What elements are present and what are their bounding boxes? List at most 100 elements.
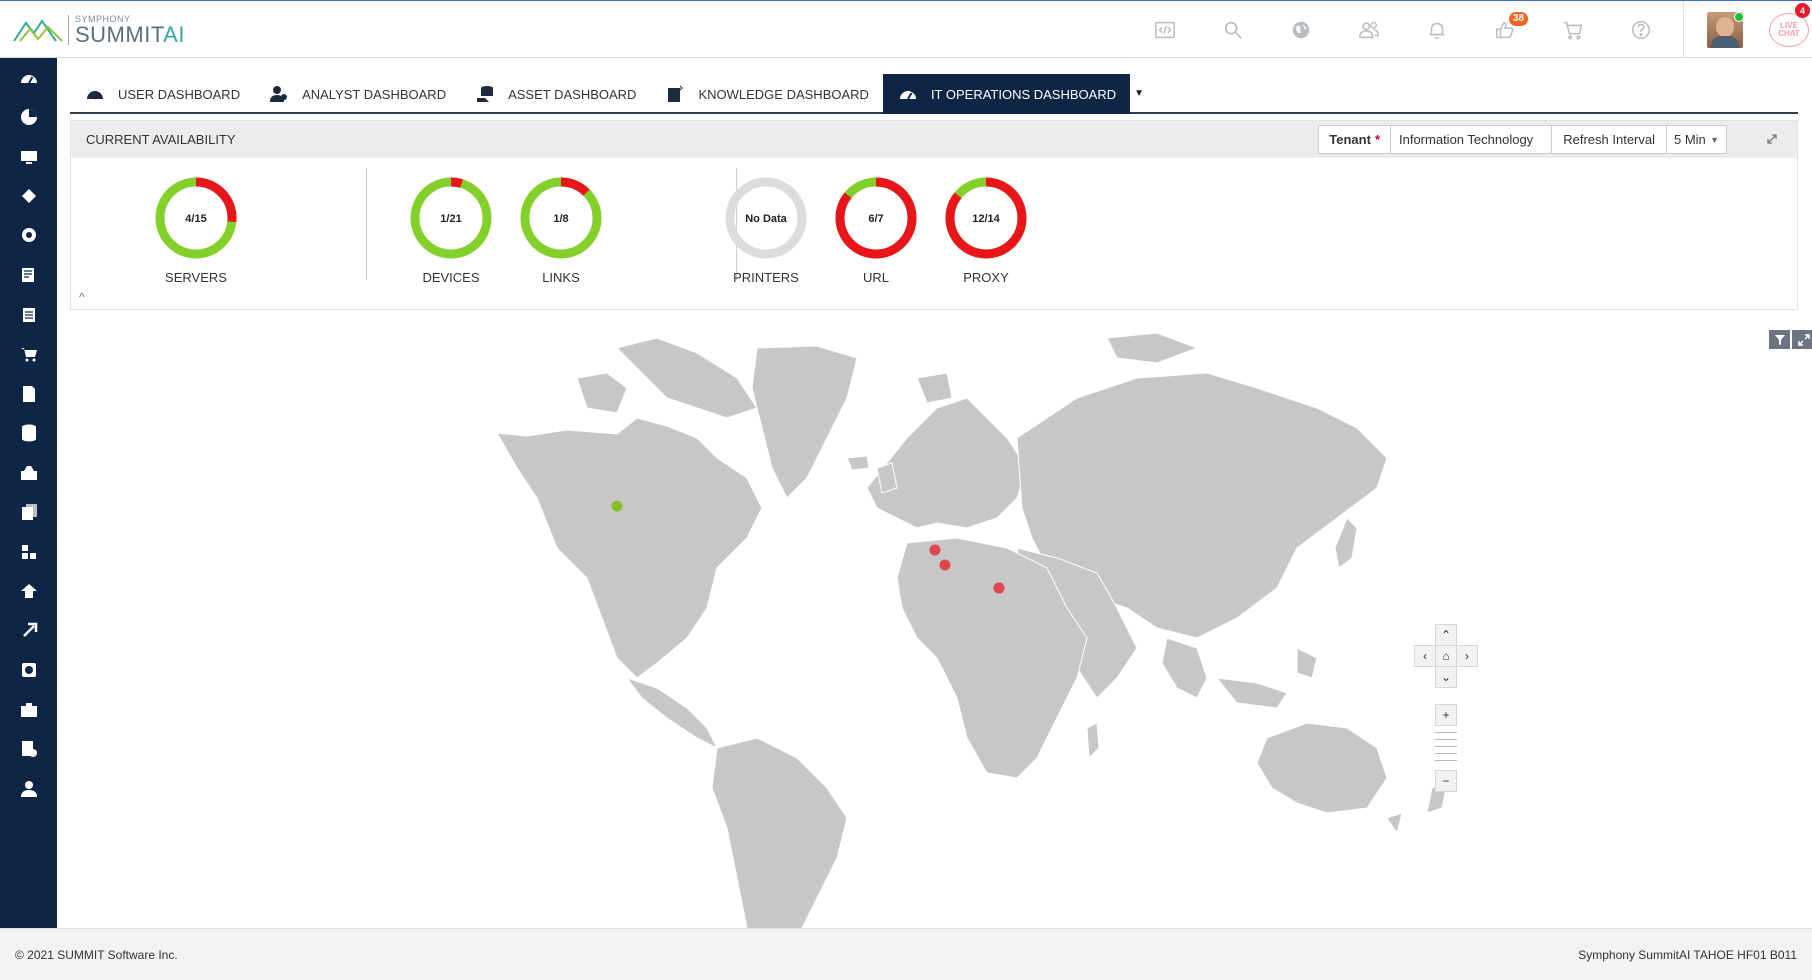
sidebar-item-dashboard[interactable] [0, 58, 57, 98]
tenant-dropdown-value: Information Technology [1399, 132, 1534, 147]
users-icon[interactable] [1335, 1, 1403, 58]
logo-name-part2: AI [163, 21, 185, 47]
home-icon[interactable]: ⌂ [1435, 645, 1457, 667]
knowledge-icon [664, 84, 686, 104]
code-icon[interactable] [1131, 1, 1199, 58]
zoom-out-button[interactable]: − [1435, 770, 1457, 792]
sidebar-item-inbox[interactable] [0, 453, 57, 493]
tab-label: ASSET DASHBOARD [508, 86, 637, 102]
pie-chart-icon [20, 109, 37, 126]
world-map[interactable] [57, 318, 1812, 928]
gauge-servers[interactable]: 4/15 SERVERS [141, 168, 251, 285]
thumbs-up-icon[interactable]: 38 [1471, 1, 1539, 58]
donut-gauge: 6/7 [835, 177, 917, 259]
pan-right-button[interactable]: › [1456, 645, 1478, 667]
tab-it-operations-dashboard[interactable]: IT OPERATIONS DASHBOARD [882, 74, 1131, 114]
bell-icon[interactable] [1403, 1, 1471, 58]
gauge-url[interactable]: 6/7 URL [821, 168, 931, 285]
brand-logo[interactable]: SYMPHONY SUMMITAI [12, 13, 185, 47]
donut-gauge: 1/21 [410, 177, 492, 259]
sidebar-item-release[interactable] [0, 572, 57, 612]
logo-divider [68, 15, 69, 45]
chevron-down-icon: ▼ [1710, 134, 1719, 145]
gauge-label: PROXY [963, 270, 1009, 285]
tab-analyst-dashboard[interactable]: ANALYST DASHBOARD [254, 74, 460, 114]
tab-asset-dashboard[interactable]: ASSET DASHBOARD [460, 74, 650, 114]
refresh-interval-dropdown[interactable]: 5 Min ▼ [1667, 125, 1727, 154]
zoom-slider-tick[interactable] [1435, 739, 1457, 740]
notification-badge: 38 [1509, 12, 1529, 26]
report-gear-icon [21, 741, 37, 758]
sidebar-item-user[interactable] [0, 769, 57, 809]
gauge-group-divider [366, 168, 367, 280]
tab-knowledge-dashboard[interactable]: KNOWLEDGE DASHBOARD [650, 74, 882, 114]
sidebar-item-ticket[interactable] [0, 177, 57, 217]
sidebar-item-briefcase[interactable] [0, 690, 57, 730]
briefcase-icon [20, 702, 37, 717]
map-marker-down[interactable] [939, 559, 951, 571]
live-chat-button[interactable]: LIVE CHAT 4 [1766, 1, 1812, 58]
current-availability-panel: CURRENT AVAILABILITY Tenant * Informatio… [70, 120, 1798, 310]
gauge-devices[interactable]: 1/21 DEVICES [396, 168, 506, 285]
collapse-chevron-up-icon[interactable]: ^ [79, 290, 85, 304]
map-marker-down[interactable] [993, 582, 1005, 594]
sync-icon [21, 663, 36, 678]
gauge-value: 12/14 [972, 213, 1000, 225]
zoom-slider-tick[interactable] [1435, 746, 1457, 747]
globe-icon[interactable] [1267, 1, 1335, 58]
pan-up-button[interactable]: ⌃ [1435, 624, 1457, 646]
pan-down-button[interactable]: ⌄ [1435, 666, 1457, 688]
pan-left-button[interactable]: ‹ [1414, 645, 1436, 667]
sidebar-item-deploy[interactable] [0, 611, 57, 651]
sidebar-item-monitor[interactable] [0, 137, 57, 177]
gauge-value: 1/21 [440, 213, 461, 225]
gauge-links[interactable]: 1/8 LINKS [506, 168, 616, 285]
gauge-printers[interactable]: No Data PRINTERS [711, 168, 821, 285]
sidebar-item-database[interactable] [0, 414, 57, 454]
help-icon[interactable] [1607, 1, 1675, 58]
sidebar-item-pie-chart[interactable] [0, 98, 57, 138]
inbox-icon [20, 465, 37, 480]
search-icon[interactable] [1199, 1, 1267, 58]
fullscreen-icon[interactable] [1792, 330, 1812, 349]
expand-icon[interactable] [1765, 132, 1779, 146]
filter-icon[interactable] [1769, 330, 1790, 349]
zoom-slider-tick[interactable] [1435, 732, 1457, 733]
map-marker-down[interactable] [929, 544, 941, 556]
sidebar-item-sync[interactable] [0, 651, 57, 691]
required-marker: * [1374, 132, 1380, 147]
tab-label: USER DASHBOARD [118, 86, 241, 102]
tab-label: ANALYST DASHBOARD [302, 86, 447, 102]
footer-version: Symphony SummitAI TAHOE HF01 B011 [1578, 947, 1797, 962]
release-icon [20, 584, 37, 599]
sidebar-item-report-gear[interactable] [0, 730, 57, 770]
zoom-slider-tick[interactable] [1435, 753, 1457, 754]
dashboard-icon [84, 84, 106, 104]
logo-big-text: SUMMITAI [75, 21, 185, 47]
tabs-more-dropdown[interactable]: ▼ [1130, 74, 1144, 112]
sidebar-item-cart[interactable] [0, 335, 57, 375]
hierarchy-icon [21, 544, 36, 559]
sidebar-item-support-head[interactable] [0, 216, 57, 256]
left-sidebar [0, 58, 57, 928]
zoom-in-button[interactable]: + [1435, 704, 1457, 726]
donut-gauge: 4/15 [155, 177, 237, 259]
sidebar-item-hierarchy[interactable] [0, 532, 57, 572]
tab-user-dashboard[interactable]: USER DASHBOARD [70, 74, 254, 114]
sidebar-item-checklist[interactable] [0, 295, 57, 335]
donut-gauge: 12/14 [945, 177, 1027, 259]
sidebar-item-document-edit[interactable] [0, 374, 57, 414]
user-avatar-button[interactable] [1684, 1, 1766, 58]
sidebar-item-copy-add[interactable] [0, 493, 57, 533]
top-header: SYMPHONY SUMMITAI 38 LIVE CHAT 4 [0, 0, 1812, 58]
tenant-label-text: Tenant [1329, 132, 1371, 147]
logo-text: SYMPHONY SUMMITAI [75, 14, 185, 47]
checklist-icon [22, 307, 35, 322]
gauge-value: 6/7 [868, 213, 883, 225]
tab-label: KNOWLEDGE DASHBOARD [698, 86, 869, 102]
zoom-slider-tick[interactable] [1435, 760, 1457, 761]
map-marker-up[interactable] [611, 500, 623, 512]
cart-icon[interactable] [1539, 1, 1607, 58]
sidebar-item-edit-list[interactable] [0, 256, 57, 296]
gauge-proxy[interactable]: 12/14 PROXY [931, 168, 1041, 285]
